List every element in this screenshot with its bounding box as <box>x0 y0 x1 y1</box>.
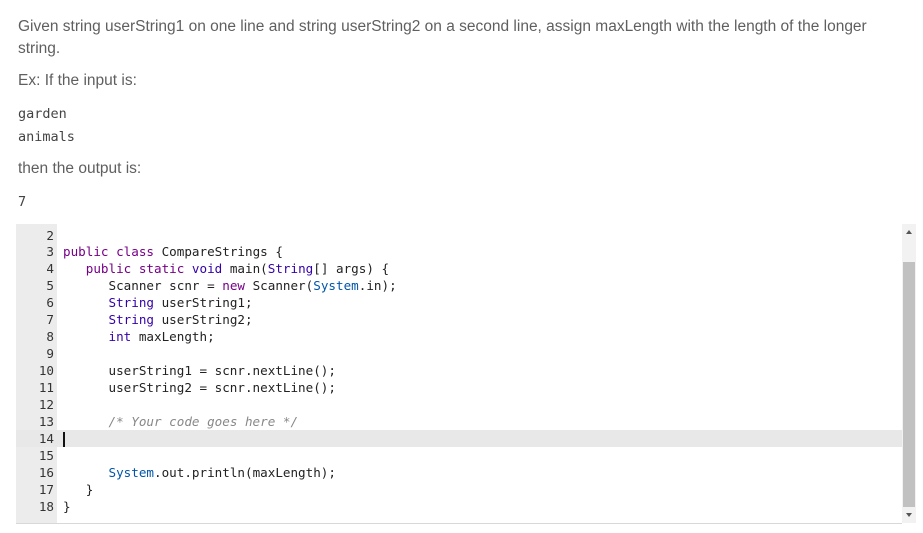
code-text: String userString2; <box>108 312 253 327</box>
example-input-line-1: garden <box>18 106 67 122</box>
line-number: 7 <box>46 312 54 327</box>
line-number: 3 <box>46 244 54 259</box>
scroll-down-arrow-icon[interactable] <box>906 513 912 517</box>
example-output: 7 <box>18 194 27 210</box>
line-number: 8 <box>46 329 54 344</box>
text-cursor <box>63 430 65 447</box>
code-line[interactable]: 12 <box>16 396 902 413</box>
code-text: } <box>63 499 71 514</box>
code-line[interactable]: 5 Scanner scnr = new Scanner(System.in); <box>16 277 902 294</box>
code-text: userString1 = scnr.nextLine(); <box>63 363 336 378</box>
code-text: public static void main(String[] args) { <box>85 261 390 276</box>
code-line[interactable]: 6 String userString1; <box>16 294 902 311</box>
code-line[interactable]: 15 <box>16 447 902 464</box>
code-editor[interactable]: 2 3 public class CompareStrings { 4 publ… <box>16 224 902 524</box>
problem-prompt: Given string userString1 on one line and… <box>18 18 867 57</box>
code-line[interactable]: 16 System.out.println(maxLength); <box>16 464 902 481</box>
line-number: 2 <box>46 228 54 243</box>
line-number: 18 <box>38 499 54 514</box>
code-line[interactable]: 11 userString2 = scnr.nextLine(); <box>16 379 902 396</box>
code-line[interactable]: 2 <box>16 227 902 244</box>
line-number: 13 <box>38 414 54 429</box>
code-text: Scanner scnr = new Scanner(System.in); <box>108 278 397 293</box>
code-text: /* Your code goes here */ <box>108 414 299 429</box>
line-number: 12 <box>38 397 54 412</box>
code-text: int maxLength; <box>108 329 215 344</box>
line-number: 15 <box>38 448 54 463</box>
code-text: userString2 = scnr.nextLine(); <box>63 380 336 395</box>
line-number: 10 <box>38 363 54 378</box>
code-text: System.out.println(maxLength); <box>108 465 336 480</box>
code-line[interactable]: 10 userString1 = scnr.nextLine(); <box>16 362 902 379</box>
code-line[interactable]: 18 } <box>16 498 902 515</box>
vertical-scrollbar[interactable] <box>902 224 916 523</box>
example-label: Ex: If the input is: <box>18 72 137 89</box>
line-number: 14 <box>38 431 54 446</box>
scrollbar-thumb[interactable] <box>903 262 915 507</box>
code-line[interactable]: 8 int maxLength; <box>16 328 902 345</box>
active-code-line[interactable]: 14 <box>16 430 902 447</box>
line-number: 9 <box>46 346 54 361</box>
code-text: String userString1; <box>108 295 253 310</box>
code-line[interactable]: 13 /* Your code goes here */ <box>16 413 902 430</box>
code-text: } <box>63 482 94 497</box>
line-number: 17 <box>38 482 54 497</box>
line-number: 11 <box>38 380 54 395</box>
code-text: public class CompareStrings { <box>63 244 283 259</box>
line-number: 16 <box>38 465 54 480</box>
code-line[interactable]: 3 public class CompareStrings { <box>16 243 902 260</box>
code-line[interactable]: 7 String userString2; <box>16 311 902 328</box>
scroll-up-arrow-icon[interactable] <box>906 230 912 234</box>
code-line[interactable]: 4 public static void main(String[] args)… <box>16 260 902 277</box>
line-number: 4 <box>46 261 54 276</box>
line-number: 5 <box>46 278 54 293</box>
then-label: then the output is: <box>18 160 142 177</box>
line-number: 6 <box>46 295 54 310</box>
code-line[interactable]: 17 } <box>16 481 902 498</box>
code-line[interactable]: 9 <box>16 345 902 362</box>
example-input-line-2: animals <box>18 129 75 145</box>
